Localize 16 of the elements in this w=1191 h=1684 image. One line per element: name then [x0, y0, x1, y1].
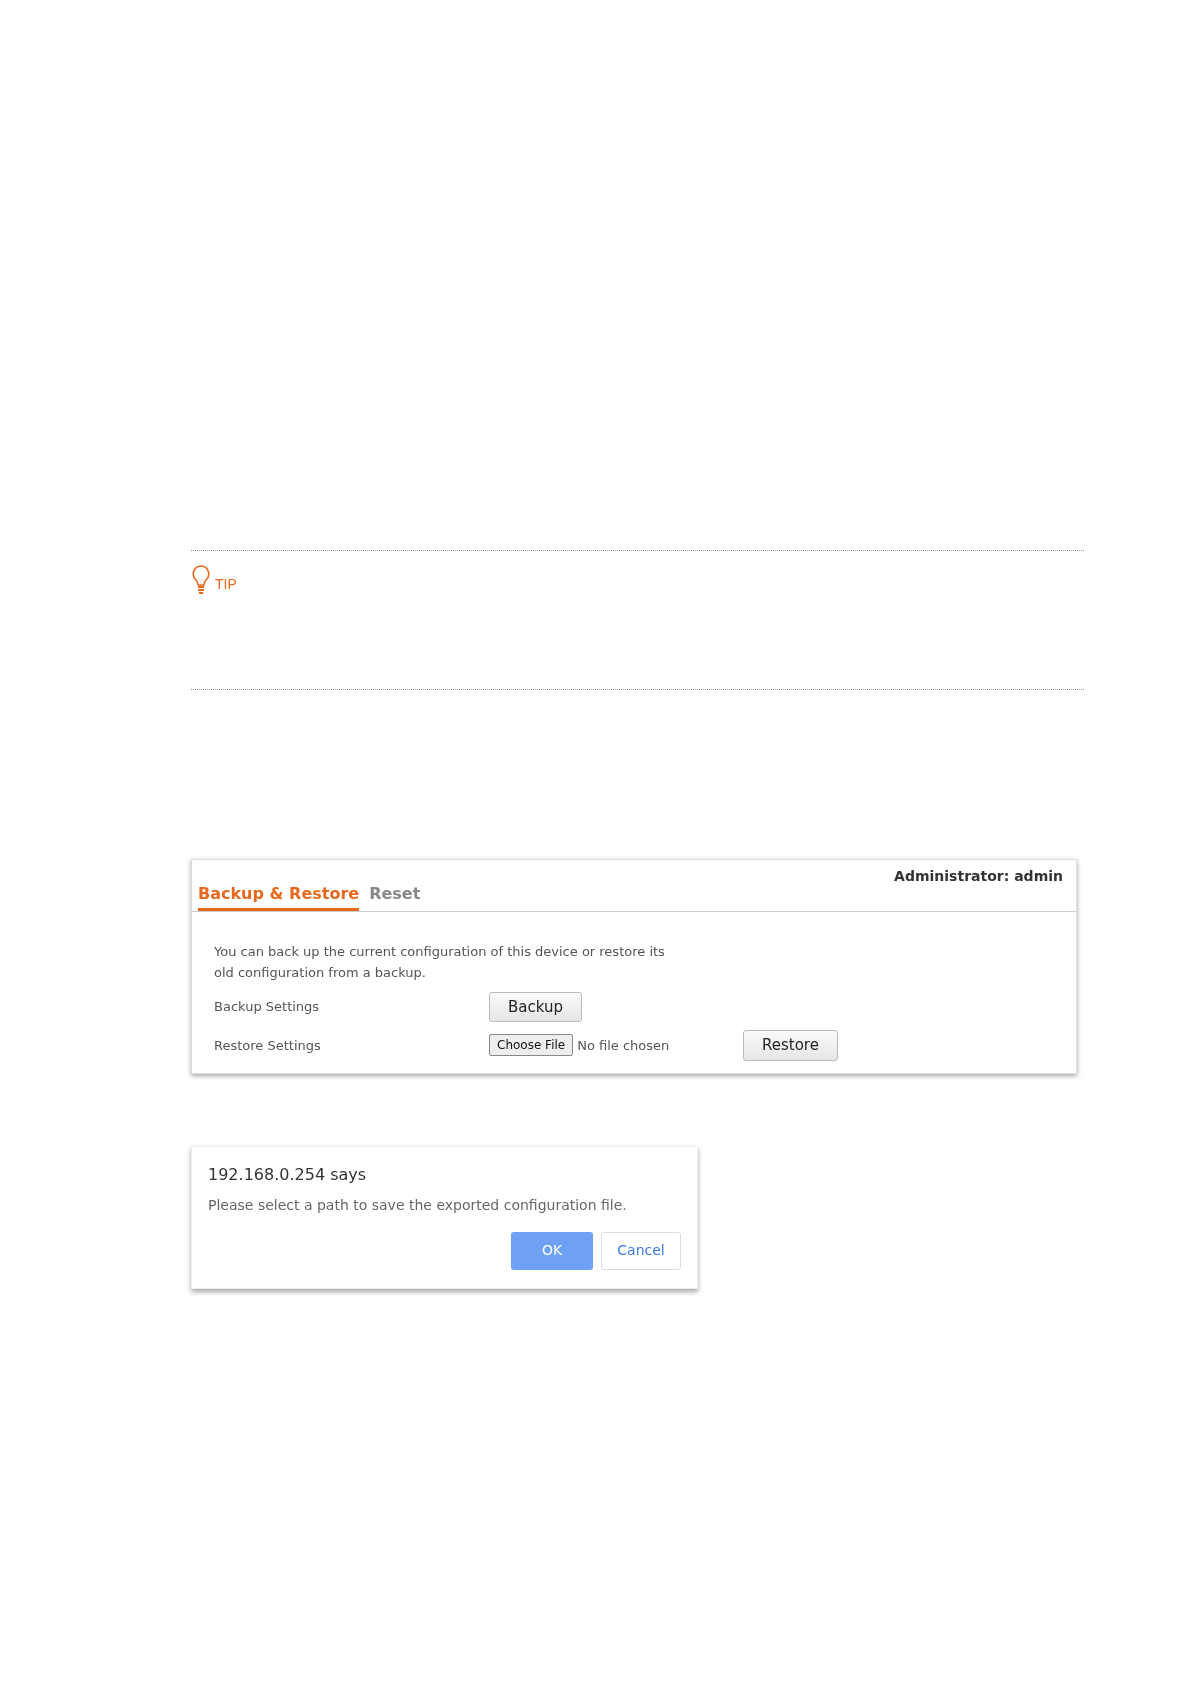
setting-label: Backup Settings [214, 998, 321, 1017]
lightbulb-icon [191, 565, 211, 595]
tab[interactable]: Backup & Restore [198, 882, 360, 911]
dialog-message: Please select a path to save the exported configuration file. [208, 1195, 628, 1215]
setting-label: Restore Settings [214, 1036, 322, 1055]
restore-button[interactable]: Restore [743, 1030, 838, 1061]
ok-button[interactable]: OK [511, 1231, 593, 1270]
cancel-button[interactable]: Cancel [601, 1231, 681, 1270]
choose-file-button[interactable]: Choose File [489, 1034, 574, 1057]
user-label: Administrator: admin [894, 867, 1063, 886]
tab[interactable]: Reset [369, 882, 421, 911]
file-status: No file chosen [577, 1036, 670, 1055]
backup-button[interactable]: Backup [489, 991, 582, 1023]
tip-label: TIP [215, 575, 237, 594]
dialog-title: 192.168.0.254 says [208, 1163, 368, 1186]
description: You can back up the current configuration of this device or restore its old configuration from a backup. [214, 943, 666, 982]
